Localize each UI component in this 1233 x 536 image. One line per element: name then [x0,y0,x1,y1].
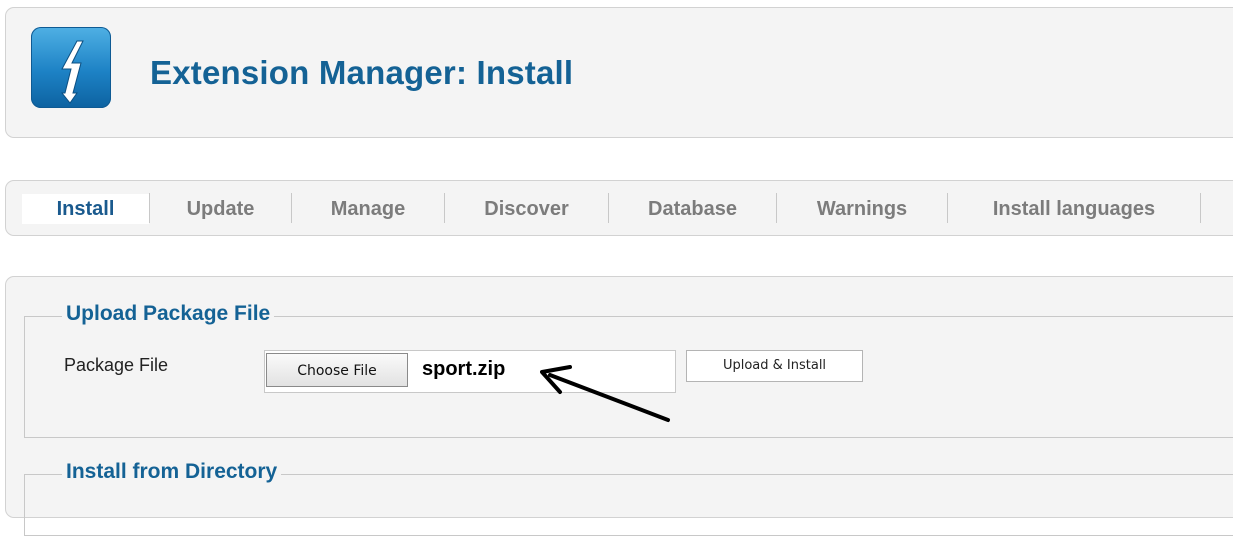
page-header: Extension Manager: Install [5,7,1233,138]
tab-install-languages[interactable]: Install languages [948,194,1200,224]
selected-file-name: sport.zip [422,358,506,380]
tab-manage[interactable]: Manage [292,194,444,224]
choose-file-button[interactable]: Choose File [266,353,408,387]
annotation-arrow-icon [540,365,670,422]
tab-warnings[interactable]: Warnings [777,194,947,224]
lightning-bolt-icon [31,27,111,108]
tab-discover[interactable]: Discover [445,194,608,224]
install-directory-legend: Install from Directory [62,460,282,484]
tab-install[interactable]: Install [22,194,149,224]
tab-update[interactable]: Update [150,194,291,224]
upload-install-button[interactable]: Upload & Install [686,350,863,382]
package-file-label: Package File [64,355,169,375]
page-title: Extension Manager: Install [150,54,574,91]
tab-separator [1200,193,1201,223]
tab-database[interactable]: Database [609,194,776,224]
upload-package-legend: Upload Package File [62,302,275,326]
tab-bar: Install Update Manage Discover Database … [5,180,1233,236]
